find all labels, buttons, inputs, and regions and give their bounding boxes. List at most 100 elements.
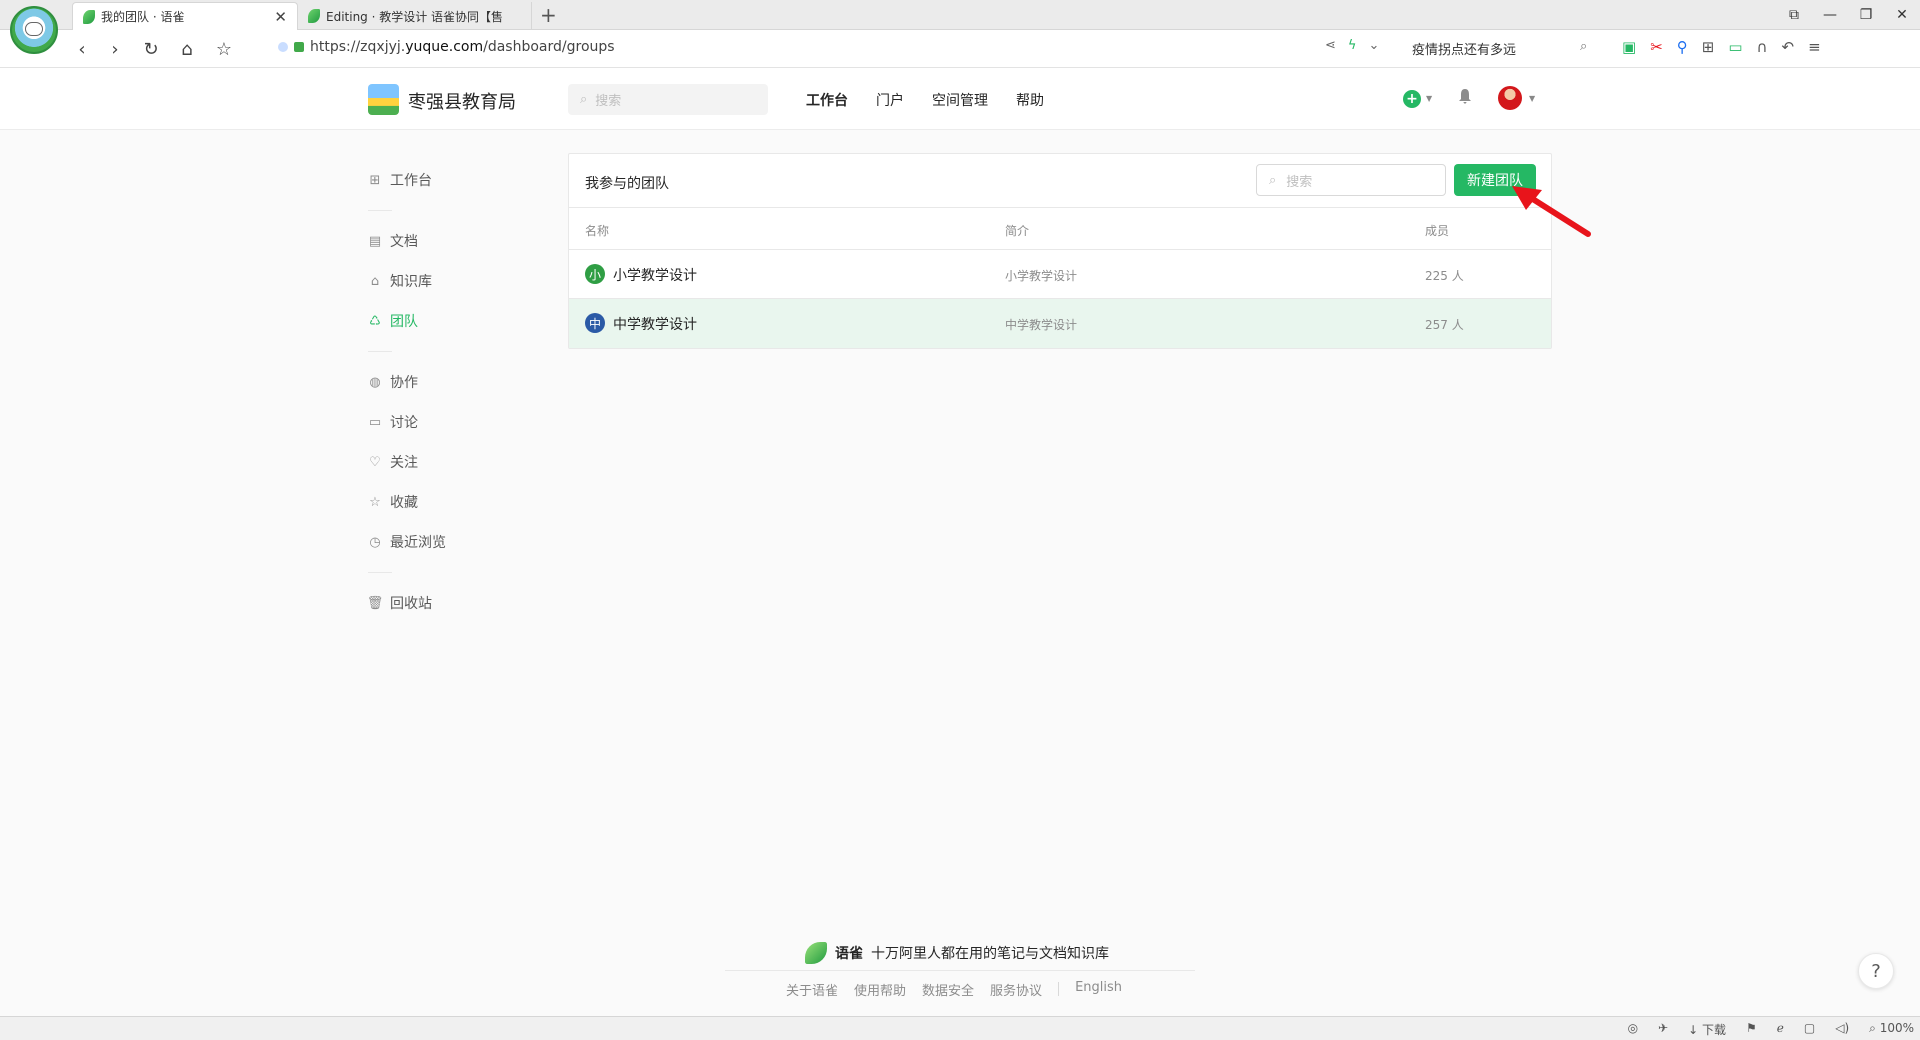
team-name[interactable]: 小学教学设计 xyxy=(613,265,697,285)
magnifier-icon[interactable]: ⚲ xyxy=(1677,38,1688,56)
search-icon[interactable]: ⌕ xyxy=(1580,39,1587,54)
footer-link-english[interactable]: English xyxy=(1075,980,1122,999)
sidebar-item-label: 知识库 xyxy=(390,274,432,290)
nav-portal[interactable]: 门户 xyxy=(876,90,904,110)
caret-down-icon[interactable]: ▼ xyxy=(1426,94,1432,103)
sidebar-item-follow[interactable]: ♡ 关注 xyxy=(368,442,568,482)
minimize-button[interactable]: — xyxy=(1812,7,1848,23)
nav-space-admin[interactable]: 空间管理 xyxy=(932,90,988,110)
footer-separator xyxy=(1058,982,1060,996)
search-icon: ⌕ xyxy=(580,92,588,107)
url-prefix: https://zqxjyj. xyxy=(310,39,406,55)
help-button[interactable]: ? xyxy=(1858,953,1894,989)
star-icon: ☆ xyxy=(369,494,381,510)
sidebar-item-knowledge-base[interactable]: ⌂ 知识库 xyxy=(368,261,568,301)
hot-search-text[interactable]: 疫情拐点还有多远 xyxy=(1412,39,1602,58)
undo-icon[interactable]: ↶ xyxy=(1782,38,1795,56)
column-header-description: 简介 xyxy=(1005,224,1030,238)
sidebar-item-recent[interactable]: ◷ 最近浏览 xyxy=(368,522,568,562)
user-avatar[interactable] xyxy=(1498,86,1522,110)
back-icon[interactable]: ‹ xyxy=(70,37,94,61)
share-icon[interactable]: ⋖ xyxy=(1325,38,1336,53)
site-info-icon xyxy=(278,42,288,52)
search-placeholder: 搜索 xyxy=(595,94,622,109)
footer-link-about[interactable]: 关于语雀 xyxy=(786,980,838,999)
header-search-input[interactable]: ⌕ 搜索 xyxy=(568,84,768,115)
caret-down-icon[interactable]: ▼ xyxy=(1529,94,1535,103)
sidebar-divider xyxy=(368,210,392,211)
window-icon[interactable]: ▢ xyxy=(1804,1021,1815,1038)
sidebar-item-recycle-bin[interactable]: 🗑 回收站 xyxy=(367,583,568,623)
sidebar-item-discussion[interactable]: ▭ 讨论 xyxy=(368,402,568,442)
translate-icon[interactable]: ▣ xyxy=(1622,38,1636,56)
ie-icon[interactable]: ℯ xyxy=(1777,1021,1784,1038)
sidebar-item-label: 协作 xyxy=(390,375,418,391)
skin-icon[interactable]: ⧉ xyxy=(1776,7,1812,23)
clock-icon: ◷ xyxy=(369,534,381,550)
document-icon: ▤ xyxy=(368,233,382,249)
bookmark-star-icon[interactable]: ☆ xyxy=(212,37,236,61)
sidebar-item-collaboration[interactable]: ◍ 协作 xyxy=(368,362,568,402)
speed-icon[interactable]: ◎ xyxy=(1628,1021,1638,1038)
forward-icon[interactable]: › xyxy=(103,37,127,61)
browser-tab-bar: 我的团队 · 语雀 ✕ Editing · 教学设计 语雀协同【售 + ⧉ — … xyxy=(0,0,1920,30)
tab-title: 我的团队 · 语雀 xyxy=(101,10,185,24)
download-button[interactable]: ↓ 下载 xyxy=(1688,1021,1726,1038)
browser-tab-active[interactable]: 我的团队 · 语雀 ✕ xyxy=(72,2,298,30)
home-icon[interactable]: ⌂ xyxy=(175,37,199,61)
org-logo[interactable] xyxy=(368,84,399,115)
browser-logo-icon[interactable] xyxy=(10,6,58,54)
lightning-icon[interactable]: ϟ xyxy=(1348,38,1357,53)
sidebar-item-team[interactable]: ♺ 团队 xyxy=(368,301,568,341)
footer-link-terms[interactable]: 服务协议 xyxy=(990,980,1042,999)
close-window-button[interactable]: ✕ xyxy=(1884,7,1920,23)
team-search-input[interactable]: ⌕ 搜索 xyxy=(1256,164,1446,196)
table-row[interactable]: 中 中学教学设计 中学教学设计 257 人 xyxy=(569,299,1551,348)
zoom-level[interactable]: ⌕ 100% xyxy=(1869,1021,1914,1038)
sidebar-divider xyxy=(368,351,392,352)
footer-brand-name[interactable]: 语雀 xyxy=(835,943,863,963)
org-name[interactable]: 枣强县教育局 xyxy=(408,88,516,114)
new-tab-button[interactable]: + xyxy=(540,3,557,27)
menu-icon[interactable]: ≡ xyxy=(1808,38,1821,56)
close-tab-icon[interactable]: ✕ xyxy=(274,8,287,26)
sidebar-item-docs[interactable]: ▤ 文档 xyxy=(368,221,568,261)
volume-icon[interactable]: ◁) xyxy=(1835,1021,1849,1038)
dashboard-icon: ⊞ xyxy=(369,172,381,188)
restore-button[interactable]: ❐ xyxy=(1848,7,1884,23)
table-header: 名称 简介 成员 xyxy=(569,208,1551,250)
notification-bell-icon[interactable] xyxy=(1458,88,1472,104)
nav-dashboard[interactable]: 工作台 xyxy=(806,90,848,110)
team-name[interactable]: 中学教学设计 xyxy=(613,314,697,334)
sidebar-item-label: 最近浏览 xyxy=(390,535,446,551)
apps-grid-icon[interactable]: ⊞ xyxy=(1702,38,1715,56)
url-field[interactable]: https://zqxjyj.yuque.com/dashboard/group… xyxy=(278,39,615,55)
window-controls: ⧉ — ❐ ✕ xyxy=(1776,0,1920,30)
team-members: 225 人 xyxy=(1425,269,1464,283)
browser-tab[interactable]: Editing · 教学设计 语雀协同【售 xyxy=(298,2,532,30)
extension-icons: ▣ ✂ ⚲ ⊞ ▭ ∩ ↶ ≡ xyxy=(1622,38,1821,56)
flag-icon[interactable]: ⚑ xyxy=(1746,1021,1757,1038)
heart-icon: ♡ xyxy=(369,454,381,470)
yuque-favicon-icon xyxy=(83,9,95,24)
headphones-icon[interactable]: ∩ xyxy=(1757,38,1768,56)
main-nav: 工作台 门户 空间管理 帮助 xyxy=(806,90,1044,110)
create-plus-icon[interactable]: + xyxy=(1403,90,1421,108)
pin-icon[interactable]: ✈ xyxy=(1658,1021,1668,1038)
footer-link-security[interactable]: 数据安全 xyxy=(922,980,974,999)
refresh-icon[interactable]: ↻ xyxy=(139,37,163,61)
footer-link-help[interactable]: 使用帮助 xyxy=(854,980,906,999)
download-label: 下载 xyxy=(1701,1023,1726,1037)
dropdown-chevron-icon[interactable]: ⌄ xyxy=(1368,38,1379,53)
address-actions: ⋖ ϟ ⌄ xyxy=(1325,38,1379,53)
sidebar-item-favorites[interactable]: ☆ 收藏 xyxy=(368,482,568,522)
sidebar-item-dashboard[interactable]: ⊞ 工作台 xyxy=(368,160,568,200)
annotation-arrow-icon xyxy=(1512,186,1591,237)
nav-help[interactable]: 帮助 xyxy=(1016,90,1044,110)
screenshot-scissors-icon[interactable]: ✂ xyxy=(1650,38,1663,56)
status-icons: ◎ ✈ ↓ 下载 ⚑ ℯ ▢ ◁) ⌕ 100% xyxy=(1628,1021,1914,1038)
footer-brand: 语雀 十万阿里人都在用的笔记与文档知识库 xyxy=(805,942,1109,964)
battery-icon[interactable]: ▭ xyxy=(1728,38,1742,56)
table-row[interactable]: 小 小学教学设计 小学教学设计 225 人 xyxy=(569,250,1551,299)
team-description: 中学教学设计 xyxy=(1005,318,1078,332)
